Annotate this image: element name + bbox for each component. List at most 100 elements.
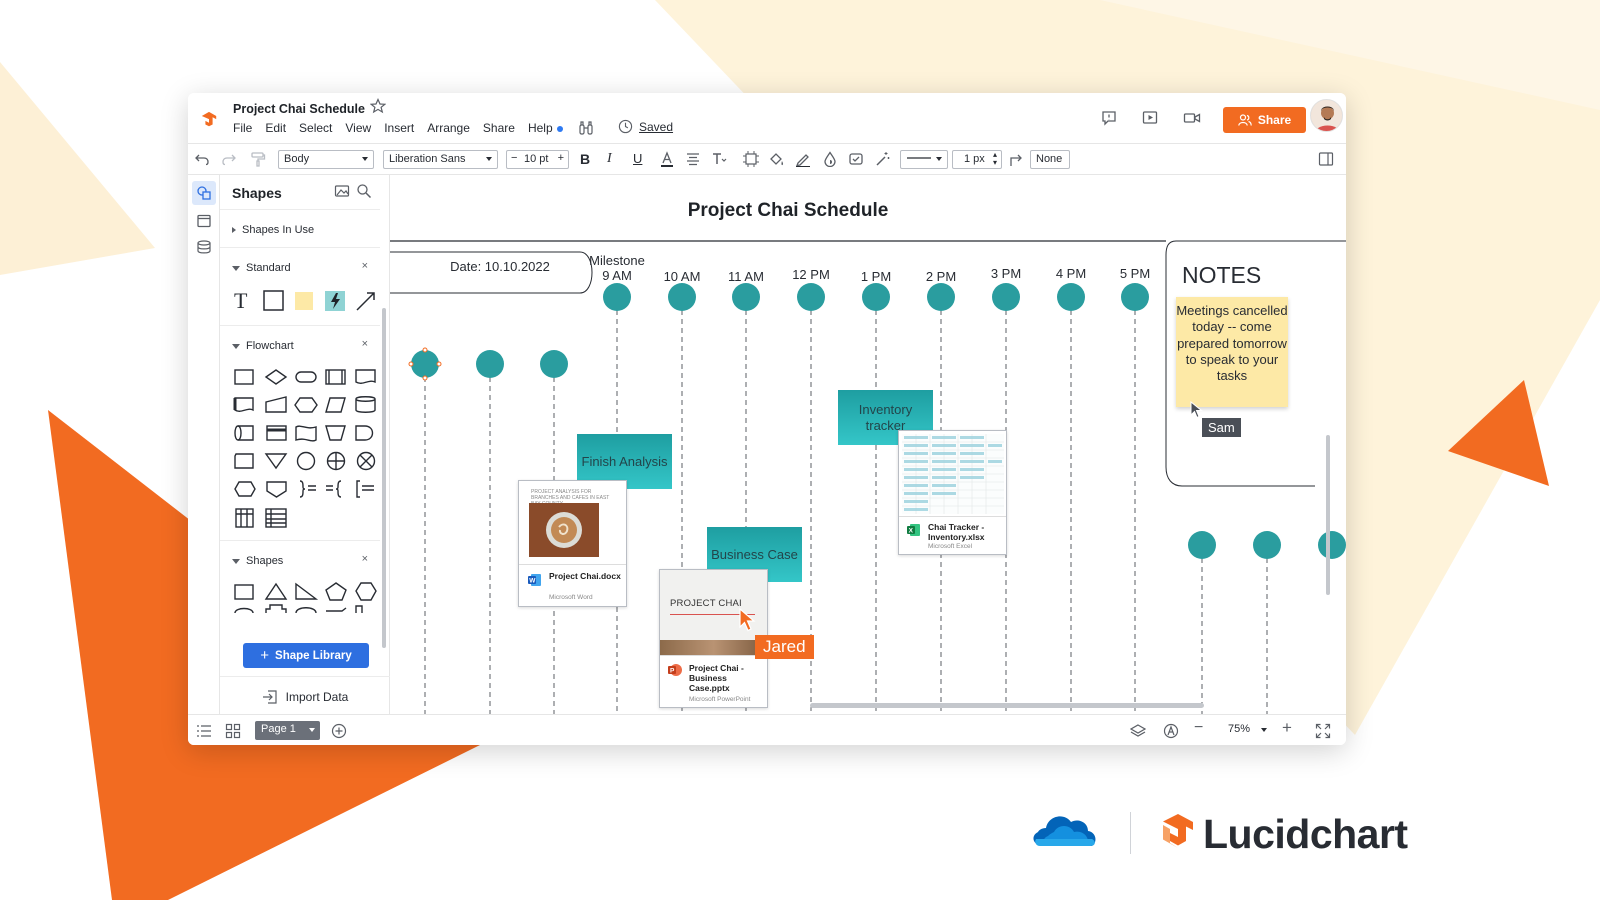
chevron-down-icon[interactable] <box>1261 728 1267 732</box>
time-label-1pm[interactable]: 1 PM <box>846 269 906 284</box>
menu-view[interactable]: View <box>345 121 371 135</box>
time-label-11am[interactable]: 11 AM <box>716 269 776 284</box>
comment-icon[interactable] <box>1100 109 1118 127</box>
document-title[interactable]: Project Chai Schedule <box>233 102 365 116</box>
accessibility-icon[interactable] <box>1163 723 1179 739</box>
time-label-10am[interactable]: 10 AM <box>652 269 712 284</box>
menu-insert[interactable]: Insert <box>384 121 414 135</box>
menu-share[interactable]: Share <box>483 121 515 135</box>
date-label[interactable]: Date: 10.10.2022 <box>430 259 570 274</box>
arrow-style-select[interactable]: None <box>1030 150 1070 169</box>
mouse-pointer-icon <box>739 608 756 632</box>
time-label-5pm[interactable]: 5 PM <box>1105 266 1165 281</box>
time-label-3pm[interactable]: 3 PM <box>976 266 1036 281</box>
underline-button[interactable]: U <box>633 151 649 167</box>
bold-button[interactable]: B <box>580 151 596 167</box>
saved-label: Saved <box>639 119 674 134</box>
line-color-icon[interactable] <box>795 151 811 167</box>
italic-button[interactable]: I <box>607 151 623 167</box>
line-style-select[interactable] <box>900 150 948 169</box>
line-width-select[interactable]: 1 px ▴ ▾ <box>952 150 1002 169</box>
close-icon[interactable]: × <box>362 260 368 272</box>
menu-help[interactable]: Help <box>528 121 563 135</box>
milestone-label[interactable]: Milestone 9 AM <box>582 253 652 283</box>
format-painter-icon[interactable] <box>250 151 266 167</box>
line-routing-icon[interactable] <box>1008 151 1024 167</box>
add-page-icon[interactable] <box>331 723 347 739</box>
text-options-icon[interactable] <box>711 151 727 167</box>
shape-options-icon[interactable] <box>848 151 864 167</box>
menu-arrange[interactable]: Arrange <box>427 121 470 135</box>
increase-font-button[interactable]: + <box>558 152 564 164</box>
present-icon[interactable] <box>1141 109 1159 127</box>
grid-view-icon[interactable] <box>225 723 241 739</box>
time-label-9am: 9 AM <box>602 268 632 283</box>
basic-shapes[interactable] <box>232 579 382 613</box>
section-standard-header[interactable]: Standard <box>232 262 291 274</box>
star-icon[interactable] <box>370 98 386 114</box>
menu-select[interactable]: Select <box>299 121 332 135</box>
layers-icon[interactable] <box>1130 723 1146 739</box>
diagram-canvas[interactable]: Project Chai Schedule Date: 10.10.2022 M… <box>390 175 1346 714</box>
data-icon[interactable] <box>196 239 212 255</box>
border-icon[interactable] <box>743 151 759 167</box>
saved-status[interactable]: Saved <box>618 119 673 134</box>
magic-wand-icon[interactable] <box>874 151 890 167</box>
right-panel-toggle-icon[interactable] <box>1318 151 1334 167</box>
notes-title[interactable]: NOTES <box>1182 262 1261 288</box>
fullscreen-icon[interactable] <box>1315 723 1331 739</box>
align-center-icon[interactable] <box>685 151 701 167</box>
bottom-bar: Page 1 − 75% + <box>188 714 1346 745</box>
font-family-select[interactable]: Liberation Sans <box>383 150 498 169</box>
share-button[interactable]: Share <box>1223 107 1306 133</box>
zoom-level[interactable]: 75% <box>1228 723 1250 735</box>
page-tab[interactable]: Page 1 <box>255 721 320 740</box>
decrease-font-button[interactable]: − <box>511 152 517 164</box>
import-data-button[interactable]: Import Data <box>220 676 390 716</box>
time-label-2pm[interactable]: 2 PM <box>911 269 971 284</box>
lucidchart-logo-icon[interactable] <box>200 111 218 129</box>
canvas-vertical-scrollbar[interactable] <box>1326 435 1330 595</box>
binoculars-icon[interactable] <box>578 120 594 136</box>
panel-scrollbar[interactable] <box>382 308 386 648</box>
zoom-out-button[interactable]: − <box>1194 719 1203 737</box>
doc-card-powerpoint[interactable]: PROJECT CHAI P Project Chai - Business C… <box>659 569 768 708</box>
doc-card-excel[interactable]: X Chai Tracker - Inventory.xlsx Microsof… <box>898 430 1007 555</box>
canvas-horizontal-scrollbar[interactable] <box>810 703 1204 708</box>
undo-icon[interactable] <box>194 151 210 167</box>
diagram-title[interactable]: Project Chai Schedule <box>390 201 1186 220</box>
menu-edit[interactable]: Edit <box>265 121 286 135</box>
sticky-note[interactable]: Meetings cancelled today -- come prepare… <box>1176 297 1288 407</box>
time-label-4pm[interactable]: 4 PM <box>1041 266 1101 281</box>
milestone-text: Milestone <box>589 253 645 268</box>
text-color-icon[interactable] <box>659 151 675 167</box>
search-icon[interactable] <box>356 183 372 199</box>
excel-file-icon: X <box>907 524 920 536</box>
shape-library-button[interactable]: + Shape Library <box>243 643 369 668</box>
standard-shapes[interactable]: T <box>232 288 382 314</box>
close-icon[interactable]: × <box>362 338 368 350</box>
section-shapes-header[interactable]: Shapes <box>232 555 283 567</box>
fill-color-icon[interactable] <box>769 151 785 167</box>
redo-icon[interactable] <box>221 151 237 167</box>
templates-icon[interactable] <box>196 213 212 229</box>
time-label-12pm[interactable]: 12 PM <box>781 267 841 282</box>
video-icon[interactable] <box>1183 109 1201 127</box>
close-icon[interactable]: × <box>362 553 368 565</box>
avatar[interactable] <box>1310 99 1343 132</box>
section-flowchart-header[interactable]: Flowchart <box>232 340 294 352</box>
flowchart-shapes[interactable] <box>232 366 382 531</box>
section-shapes-in-use[interactable]: Shapes In Use <box>220 209 380 247</box>
font-size-stepper[interactable]: − 10 pt + <box>506 150 569 169</box>
left-rail <box>188 175 220 715</box>
chevron-down-icon[interactable] <box>309 728 315 732</box>
list-view-icon[interactable] <box>196 723 212 739</box>
doc-card-word[interactable]: PROJECT ANALYSIS FOR BRANCHES AND CAFES … <box>518 480 627 607</box>
shapes-icon[interactable] <box>196 185 212 201</box>
zoom-in-button[interactable]: + <box>1282 718 1292 738</box>
lucidchart-wordmark: Lucidchart <box>1203 811 1408 857</box>
menu-file[interactable]: File <box>233 121 252 135</box>
opacity-icon[interactable] <box>822 151 838 167</box>
image-search-icon[interactable] <box>334 183 350 199</box>
text-style-select[interactable]: Body <box>278 150 374 169</box>
